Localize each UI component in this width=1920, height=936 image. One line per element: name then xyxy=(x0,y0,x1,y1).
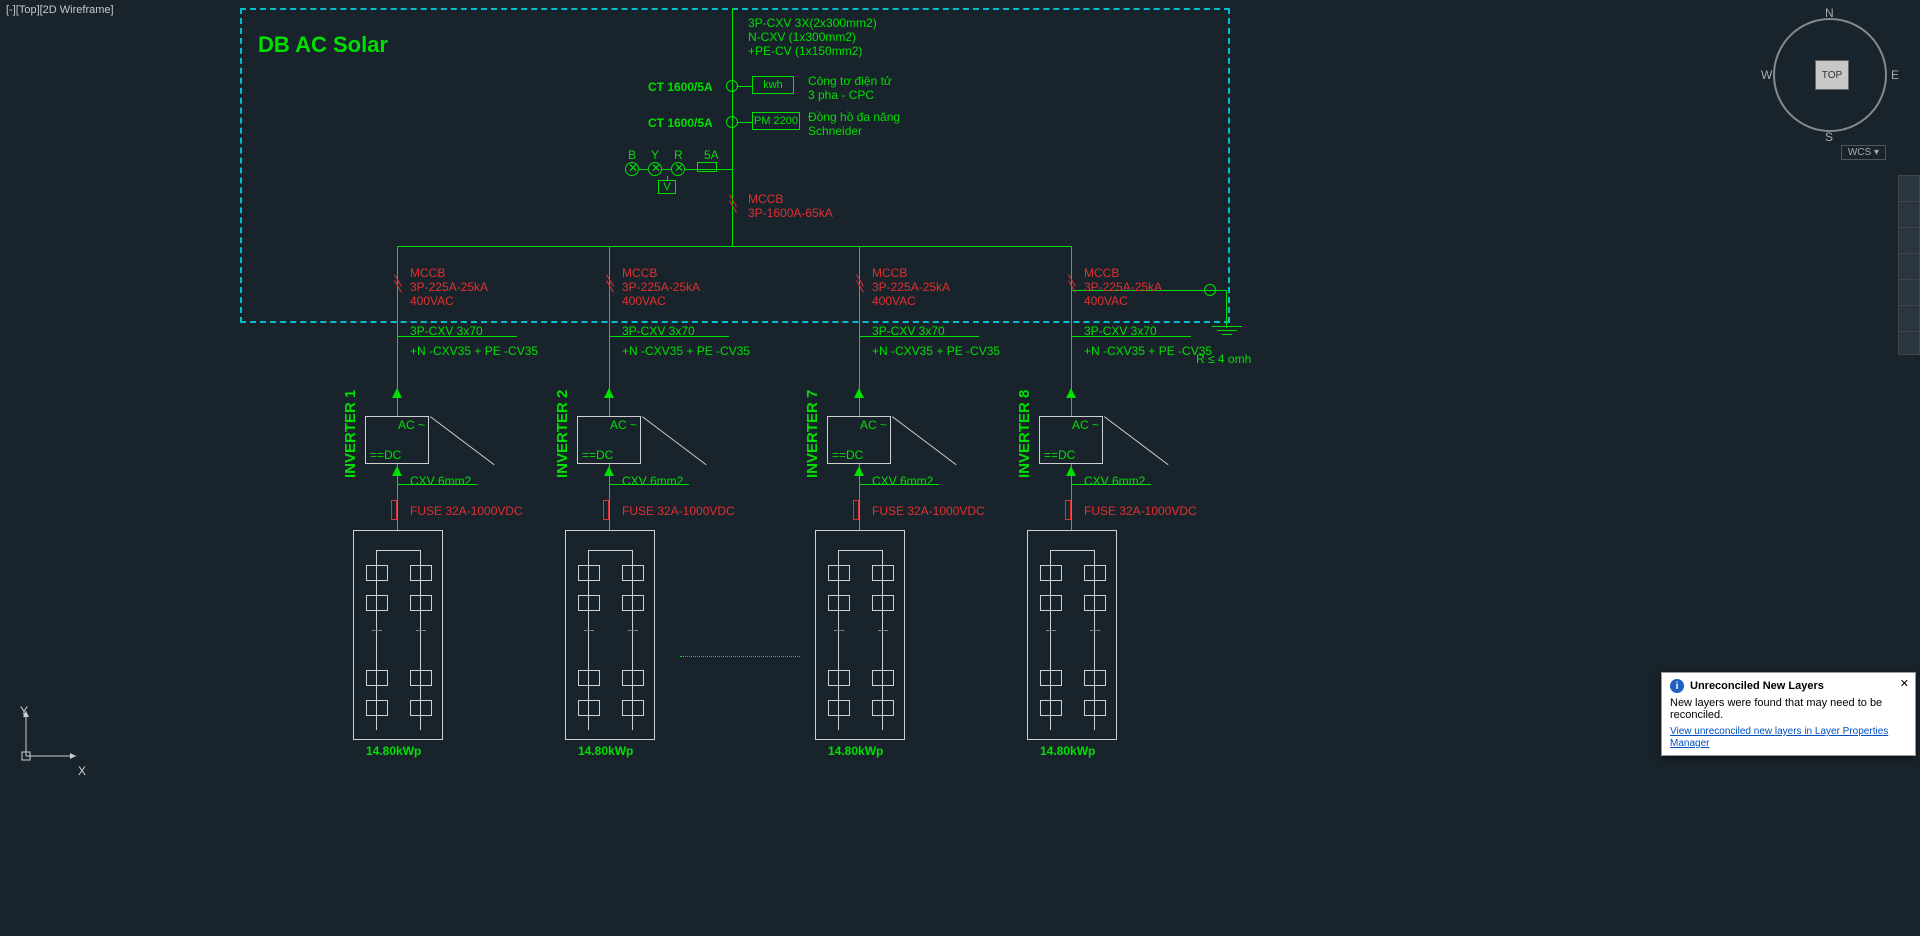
b3-mccb-l1: MCCB xyxy=(872,266,907,280)
ground-node xyxy=(1204,284,1216,296)
kwh-meter: kwh xyxy=(752,76,794,94)
kwh-desc2: 3 pha - CPC xyxy=(808,88,874,102)
b2-fuse-label: FUSE 32A-1000VDC xyxy=(622,504,735,518)
continuation-dots xyxy=(680,656,800,657)
phase-y: Y xyxy=(651,148,659,162)
b1-mccb-l3: 400VAC xyxy=(410,294,454,308)
notification-popup: ✕ i Unreconciled New Layers New layers we… xyxy=(1661,672,1916,756)
viewport-label[interactable]: [-][Top][2D Wireframe] xyxy=(6,4,114,16)
main-mccb-l2: 3P-1600A-65kA xyxy=(748,206,833,220)
kwh-desc1: Công tơ điện tử xyxy=(808,74,892,88)
ct1-label: CT 1600/5A xyxy=(648,80,713,94)
b1-mccb-l2: 3P-225A-25kA xyxy=(410,280,488,294)
b3-fuse xyxy=(853,500,859,520)
b3-cxv: CXV 6mm2 xyxy=(872,474,933,488)
ground-symbol xyxy=(1212,326,1242,335)
panel-title: DB AC Solar xyxy=(258,32,388,58)
viewcube-e[interactable]: E xyxy=(1891,68,1899,82)
b3-cable-l2: +N -CXV35 + PE -CV35 xyxy=(872,344,1000,358)
viewcube-w[interactable]: W xyxy=(1761,68,1772,82)
b2-cxv: CXV 6mm2 xyxy=(622,474,683,488)
fuse-5a xyxy=(697,162,717,172)
b2-kwp: 14.80kWp xyxy=(578,744,633,758)
phase-r: R xyxy=(674,148,683,162)
inv1-dc: ==DC xyxy=(370,448,401,462)
main-cable-l2: N-CXV (1x300mm2) xyxy=(748,30,856,44)
phase-b: B xyxy=(628,148,636,162)
b4-fuse-label: FUSE 32A-1000VDC xyxy=(1084,504,1197,518)
b4-mccb-l1: MCCB xyxy=(1084,266,1119,280)
b4-cable-l1: 3P-CXV 3x70 xyxy=(1084,324,1157,338)
db-ac-solar-panel xyxy=(240,8,1230,323)
inverter-1-label: INVERTER 1 xyxy=(342,390,359,478)
ucs-x: X xyxy=(78,764,86,778)
b1-mccb-l1: MCCB xyxy=(410,266,445,280)
main-mccb-l1: MCCB xyxy=(748,192,783,206)
inverter-8-label: INVERTER 8 xyxy=(1016,390,1033,478)
b4-cxv: CXV 6mm2 xyxy=(1084,474,1145,488)
pm-meter: PM 2200 xyxy=(752,112,800,130)
info-icon: i xyxy=(1670,679,1684,693)
b1-fuse-label: FUSE 32A-1000VDC xyxy=(410,504,523,518)
ucs-y: Y xyxy=(20,704,28,718)
notif-title: Unreconciled New Layers xyxy=(1690,680,1824,692)
main-cable-l3: +PE-CV (1x150mm2) xyxy=(748,44,862,58)
viewcube-top[interactable]: TOP xyxy=(1815,60,1849,90)
notif-link[interactable]: View unreconciled new layers in Layer Pr… xyxy=(1670,726,1888,749)
b1-cxv: CXV 6mm2 xyxy=(410,474,471,488)
pm-desc1: Đồng hồ đa năng xyxy=(808,110,900,124)
ct1-coil xyxy=(726,80,738,92)
b1-cable-l2: +N -CXV35 + PE -CV35 xyxy=(410,344,538,358)
pm-desc2: Schneider xyxy=(808,124,862,138)
main-cable-l1: 3P-CXV 3X(2x300mm2) xyxy=(748,16,877,30)
b3-mccb-l2: 3P-225A-25kA xyxy=(872,280,950,294)
wcs-dropdown[interactable]: WCS ▾ xyxy=(1841,145,1886,160)
b1-kwp: 14.80kWp xyxy=(366,744,421,758)
b4-cable-l2: +N -CXV35 + PE -CV35 xyxy=(1084,344,1212,358)
b3-kwp: 14.80kWp xyxy=(828,744,883,758)
phase-5a: 5A xyxy=(704,148,719,162)
inv7-ac: AC ~ xyxy=(860,418,887,432)
b4-mccb-l3: 400VAC xyxy=(1084,294,1128,308)
b2-cable-l2: +N -CXV35 + PE -CV35 xyxy=(622,344,750,358)
b2-fuse xyxy=(603,500,609,520)
viewcube[interactable]: TOP N S W E xyxy=(1765,10,1895,140)
b3-mccb-l3: 400VAC xyxy=(872,294,916,308)
b2-mccb-l2: 3P-225A-25kA xyxy=(622,280,700,294)
b4-kwp: 14.80kWp xyxy=(1040,744,1095,758)
notif-body: New layers were found that may need to b… xyxy=(1670,697,1907,721)
inv1-ac: AC ~ xyxy=(398,418,425,432)
b3-fuse-label: FUSE 32A-1000VDC xyxy=(872,504,985,518)
b4-fuse xyxy=(1065,500,1071,520)
b2-cable-l1: 3P-CXV 3x70 xyxy=(622,324,695,338)
inverter-2-label: INVERTER 2 xyxy=(554,390,571,478)
b2-mccb-l1: MCCB xyxy=(622,266,657,280)
b4-mccb-l2: 3P-225A-25kA xyxy=(1084,280,1162,294)
ct2-label: CT 1600/5A xyxy=(648,116,713,130)
inv8-dc: ==DC xyxy=(1044,448,1075,462)
ct2-coil xyxy=(726,116,738,128)
close-icon[interactable]: ✕ xyxy=(1900,677,1909,690)
viewcube-s[interactable]: S xyxy=(1825,130,1833,144)
b2-mccb-l3: 400VAC xyxy=(622,294,666,308)
viewcube-n[interactable]: N xyxy=(1825,6,1834,20)
inv2-ac: AC ~ xyxy=(610,418,637,432)
b3-cable-l1: 3P-CXV 3x70 xyxy=(872,324,945,338)
voltmeter: V xyxy=(658,180,676,194)
nav-bar[interactable] xyxy=(1898,175,1920,355)
b1-cable-l1: 3P-CXV 3x70 xyxy=(410,324,483,338)
inv7-dc: ==DC xyxy=(832,448,863,462)
inv8-ac: AC ~ xyxy=(1072,418,1099,432)
inv2-dc: ==DC xyxy=(582,448,613,462)
b1-fuse xyxy=(391,500,397,520)
inverter-7-label: INVERTER 7 xyxy=(804,390,821,478)
